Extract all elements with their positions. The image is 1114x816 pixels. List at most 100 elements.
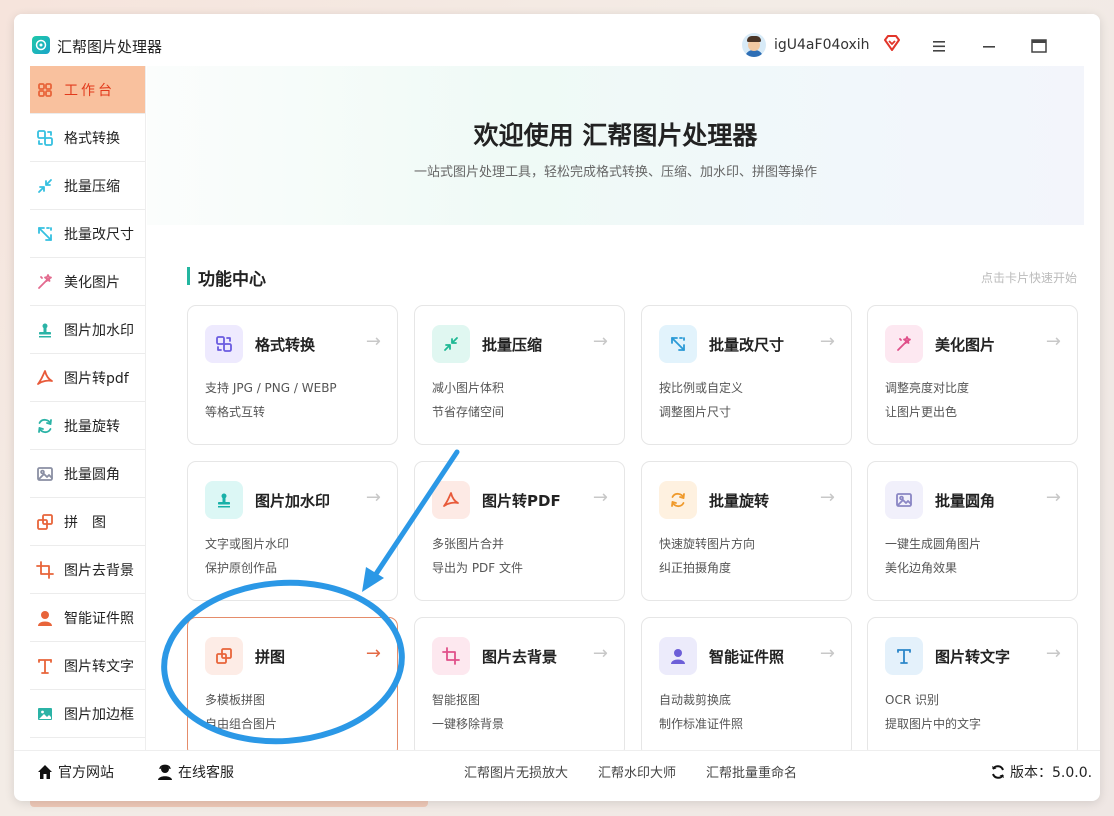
arrow-right-icon: → [365, 487, 381, 508]
crop-icon [36, 560, 54, 579]
image-icon [885, 481, 923, 519]
sidebar-item-label: 拼 图 [64, 514, 106, 531]
card-description: 制作标准证件照 [659, 717, 744, 731]
card-description: 一键生成圆角图片 [885, 537, 982, 551]
sidebar-item-label: 智能证件照 [64, 610, 134, 627]
username[interactable]: igU4aF04oxih [774, 37, 870, 53]
feature-card[interactable]: 批量改尺寸 → 按比例或自定义 调整图片尺寸 [641, 305, 852, 445]
sidebar-item[interactable]: 图片去背景 [30, 546, 145, 594]
sidebar-item-label: 图片去背景 [64, 562, 134, 579]
feature-card[interactable]: 批量旋转 → 快速旋转图片方向 纠正拍摄角度 [641, 461, 852, 601]
card-title: 批量圆角 [935, 492, 996, 510]
arrow-right-icon: → [819, 643, 835, 664]
feature-card[interactable]: 拼图 → 多模板拼图 自由组合图片 [187, 617, 398, 750]
card-description: 提取图片中的文字 [885, 717, 982, 731]
person-icon [36, 609, 54, 627]
feature-card[interactable]: 智能证件照 → 自动裁剪换底 制作标准证件照 [641, 617, 852, 750]
sidebar-item[interactable]: 美化图片 [30, 258, 145, 306]
card-description: 自动裁剪换底 [659, 693, 732, 707]
arrow-right-icon: → [1045, 331, 1061, 352]
feature-card[interactable]: 格式转换 → 支持 JPG / PNG / WEBP 等格式互转 [187, 305, 398, 445]
welcome-banner: 欢迎使用 汇帮图片处理器 一站式图片处理工具，轻松完成格式转换、压缩、加水印、拼… [147, 66, 1084, 225]
arrow-right-icon: → [365, 643, 381, 664]
online-support-link[interactable]: 在线客服 [156, 762, 234, 782]
card-title: 图片加水印 [255, 492, 331, 510]
sidebar-item-label: 图片加水印 [64, 322, 134, 339]
card-title: 批量压缩 [482, 336, 543, 354]
sidebar: 工作台格式转换批量压缩批量改尺寸美化图片图片加水印图片转pdf 批量旋转批量圆角拼… [30, 66, 146, 750]
image-icon [36, 465, 54, 483]
resize-icon [36, 225, 54, 243]
version-info[interactable]: 版本：5.0.0. [989, 762, 1092, 782]
sidebar-item[interactable]: 批量旋转 [30, 402, 145, 450]
sidebar-item-label: 批量改尺寸 [64, 226, 134, 243]
sidebar-item-label: 图片加边框 [64, 706, 134, 723]
card-description: 调整图片尺寸 [659, 405, 732, 419]
arrow-right-icon: → [819, 487, 835, 508]
text-icon [885, 637, 923, 675]
sidebar-item[interactable]: 图片转文字 [30, 642, 145, 690]
sidebar-item[interactable]: 格式转换 [30, 114, 145, 162]
sidebar-item[interactable]: 图片转pdf [30, 354, 145, 402]
section-title: 功能中心 [198, 270, 266, 290]
sidebar-item[interactable]: 图片加边框 [30, 690, 145, 738]
footer-link-upscale[interactable]: 汇帮图片无损放大 [464, 762, 568, 781]
feature-card[interactable]: 图片加水印 → 文字或图片水印 保护原创作品 [187, 461, 398, 601]
minimize-icon[interactable] [976, 36, 1002, 56]
app-window: 汇帮图片处理器 igU4aF04oxih 工作台 格式转换 批量压缩 批量改尺寸 美化图… [14, 14, 1100, 801]
home-icon [36, 763, 54, 781]
arrow-right-icon: → [1045, 643, 1061, 664]
feature-card[interactable]: 图片去背景 → 智能抠图 一键移除背景 [414, 617, 625, 750]
card-description: 美化边角效果 [885, 561, 958, 575]
card-title: 图片去背景 [482, 648, 558, 666]
vip-diamond-icon[interactable] [883, 34, 901, 52]
official-website-link[interactable]: 官方网站 [36, 762, 114, 782]
banner-title: 欢迎使用 汇帮图片处理器 [473, 121, 758, 150]
card-description: 智能抠图 [432, 693, 481, 707]
feature-card[interactable]: 批量压缩 → 减小图片体积 节省存储空间 [414, 305, 625, 445]
puzzle-icon [205, 637, 243, 675]
sidebar-item[interactable]: 智能证件照 [30, 594, 145, 642]
maximize-icon[interactable] [1026, 36, 1052, 56]
compress-icon [432, 325, 470, 363]
sidebar-item-label: 批量旋转 [64, 418, 120, 435]
card-description: 等格式互转 [205, 405, 266, 419]
sidebar-item[interactable]: 拼 图 [30, 498, 145, 546]
app-logo-icon [32, 36, 50, 54]
footer-link-rename[interactable]: 汇帮批量重命名 [706, 762, 797, 781]
person-icon [659, 637, 697, 675]
arrow-right-icon: → [592, 643, 608, 664]
grid-icon [36, 81, 54, 99]
sidebar-item[interactable]: 批量改尺寸 [30, 210, 145, 258]
avatar[interactable] [742, 33, 766, 57]
feature-card[interactable]: 图片转PDF → 多张图片合并 导出为 PDF 文件 [414, 461, 625, 601]
sidebar-item[interactable]: 工作台 [30, 66, 145, 114]
feature-card[interactable]: 图片转文字 → OCR 识别 提取图片中的文字 [867, 617, 1078, 750]
footer-bar: 官方网站 在线客服 汇帮图片无损放大 汇帮水印大师 汇帮批量重命名 版本：5.0… [14, 750, 1100, 790]
refresh-icon [989, 763, 1007, 781]
sidebar-item[interactable]: 图片加水印 [30, 306, 145, 354]
card-title: 图片转文字 [935, 648, 1011, 666]
sidebar-item-label: 美化图片 [64, 274, 120, 291]
menu-icon[interactable] [926, 36, 952, 56]
feature-card[interactable]: 美化图片 → 调整亮度对比度 让图片更出色 [867, 305, 1078, 445]
card-description: 纠正拍摄角度 [659, 561, 732, 575]
card-description: 文字或图片水印 [205, 537, 290, 551]
card-description: 快速旋转图片方向 [659, 537, 756, 551]
card-description: 让图片更出色 [885, 405, 958, 419]
feature-card[interactable]: 批量圆角 → 一键生成圆角图片 美化边角效果 [867, 461, 1078, 601]
sidebar-item-label: 图片转pdf [64, 370, 129, 387]
main-content: 欢迎使用 汇帮图片处理器 一站式图片处理工具，轻松完成格式转换、压缩、加水印、拼… [147, 66, 1084, 750]
support-agent-icon [156, 763, 174, 781]
crop-icon [432, 637, 470, 675]
card-title: 图片转PDF [482, 492, 561, 510]
sidebar-item[interactable]: 批量压缩 [30, 162, 145, 210]
card-title: 格式转换 [255, 336, 316, 354]
sidebar-item[interactable]: 批量圆角 [30, 450, 145, 498]
arrow-right-icon: → [1045, 487, 1061, 508]
magic-wand-icon [36, 273, 54, 291]
card-title: 美化图片 [935, 336, 996, 354]
footer-link-watermark[interactable]: 汇帮水印大师 [598, 762, 676, 781]
rotate-icon [659, 481, 697, 519]
sidebar-item-label: 格式转换 [64, 130, 120, 147]
